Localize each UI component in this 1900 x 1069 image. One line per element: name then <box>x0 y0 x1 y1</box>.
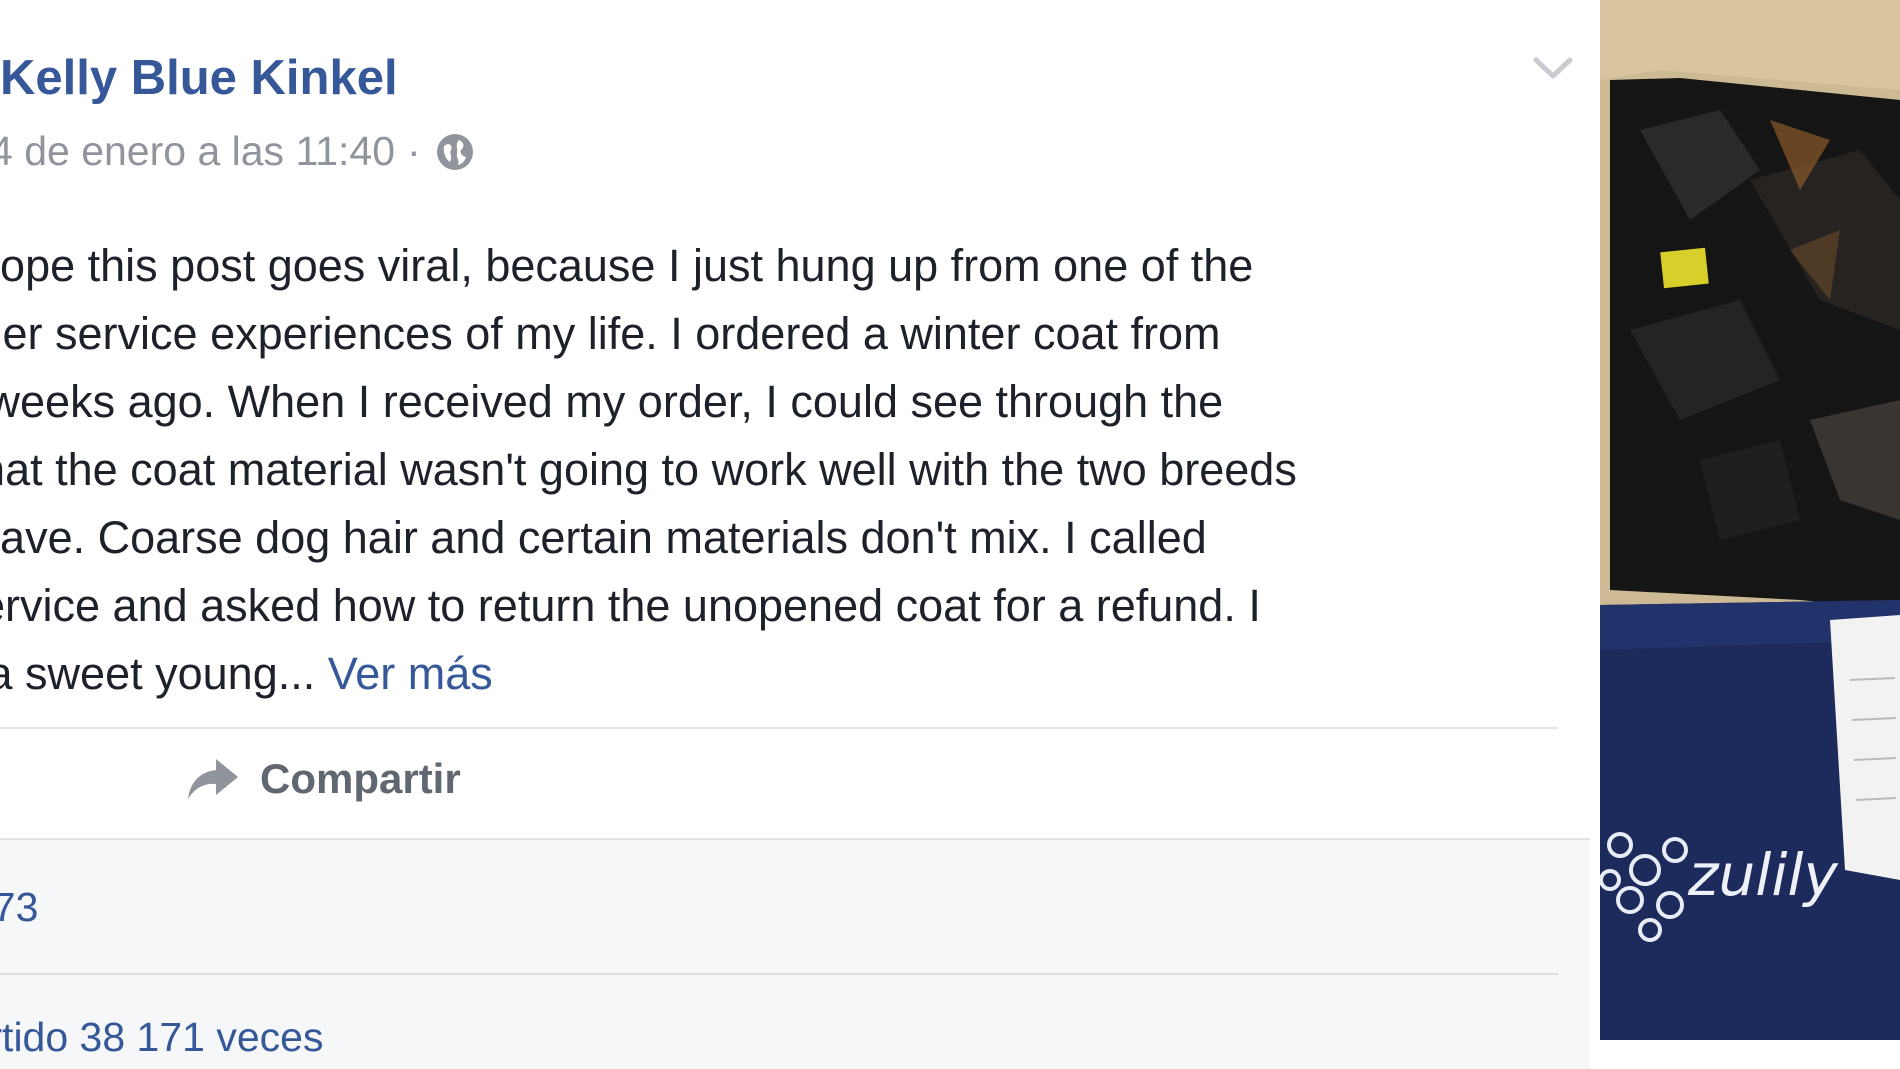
post-body-line: er service and asked how to return the u… <box>0 580 1261 631</box>
post-body-last-line: vith a sweet young... Ver más <box>0 640 1590 708</box>
share-button[interactable]: Compartir <box>186 755 461 803</box>
post-card: Kelly Blue Kinkel 4 de enero a las 11:40… <box>0 0 1590 1069</box>
post-body-line: few weeks ago. When I received my order,… <box>0 376 1224 427</box>
see-more-link[interactable]: Ver más <box>328 648 493 699</box>
post-body-line: we have. Coarse dog hair and certain mat… <box>0 512 1207 563</box>
photo-gap <box>1590 0 1600 1069</box>
share-label: Compartir <box>260 755 461 802</box>
author-name[interactable]: Kelly Blue Kinkel <box>0 50 398 106</box>
globe-icon <box>436 133 473 170</box>
shares-count[interactable]: npartido 38 171 veces <box>0 1014 323 1061</box>
meta-separator: · <box>407 128 421 174</box>
post-actions: sta Compartir <box>0 747 1590 817</box>
post-body-line: ely hope this post goes viral, because I… <box>0 240 1254 291</box>
post-meta: 4 de enero a las 11:40 · <box>0 128 475 175</box>
post-body-line: ng that the coat material wasn't going t… <box>0 444 1297 495</box>
divider <box>0 727 1558 729</box>
share-icon <box>188 759 238 799</box>
post-body-line: stomer service experiences of my life. I… <box>0 308 1221 359</box>
chevron-down-icon[interactable] <box>1530 48 1576 88</box>
post-body-line: vith a sweet young... <box>0 648 316 699</box>
stats-panel: 073 npartido 38 171 veces <box>0 838 1590 1069</box>
post-photo[interactable]: zulily <box>1600 0 1900 1040</box>
zulily-logo-text: zulily <box>1687 841 1839 909</box>
likes-count[interactable]: 073 <box>0 884 38 931</box>
post-body: ely hope this post goes viral, because I… <box>0 232 1590 708</box>
post-timestamp[interactable]: 4 de enero a las 11:40 <box>0 128 395 175</box>
photo-illustration: zulily <box>1600 0 1900 1040</box>
divider <box>0 973 1558 975</box>
